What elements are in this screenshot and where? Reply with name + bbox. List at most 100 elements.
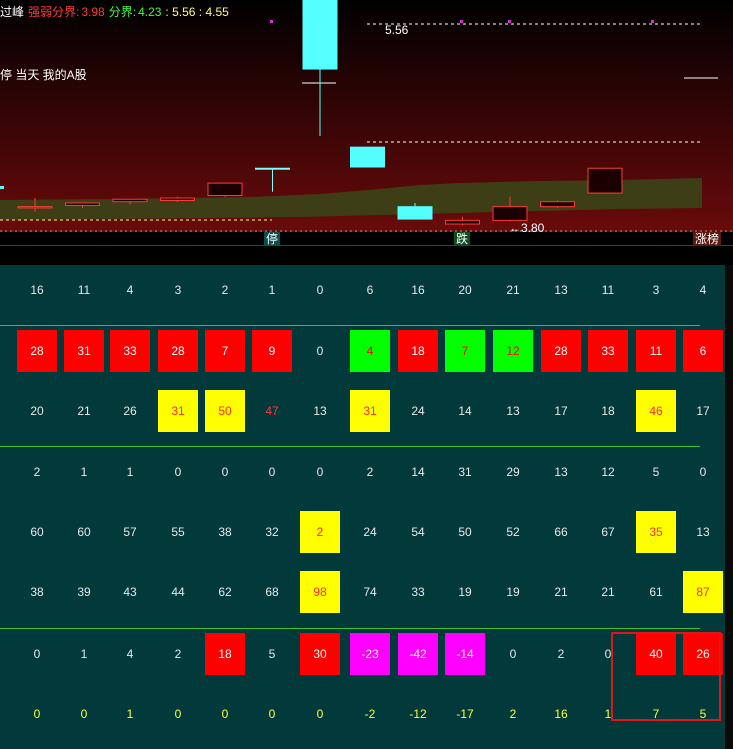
candle-body[interactable] <box>445 219 480 225</box>
table-cell: 28 <box>541 330 581 372</box>
candle-body[interactable] <box>350 146 385 168</box>
table-cell: 17 <box>696 404 710 418</box>
table-cell: 2 <box>509 707 517 721</box>
table-cell: 0 <box>316 465 324 479</box>
table-cell: -17 <box>456 707 474 721</box>
table-cell: 29 <box>506 465 520 479</box>
table-cell: 0 <box>221 707 229 721</box>
table-cell: 16 <box>554 707 568 721</box>
table-cell: 47 <box>265 404 279 418</box>
table-cell: -12 <box>409 707 427 721</box>
candle-body[interactable] <box>255 167 290 170</box>
candle-body[interactable] <box>160 197 195 201</box>
table-cell: 0 <box>316 344 324 358</box>
table-cell: 4 <box>126 647 134 661</box>
table-cell: 11 <box>601 283 615 297</box>
table-cell: 38 <box>30 585 44 599</box>
table-cell: 13 <box>696 525 710 539</box>
table-cell: 4 <box>699 283 707 297</box>
table-cell: 7 <box>445 330 485 372</box>
table-cell: 52 <box>506 525 520 539</box>
table-cell: 9 <box>252 330 292 372</box>
boundary-label: 分界: <box>108 5 137 19</box>
table-cell: 0 <box>221 465 229 479</box>
table-cell: 28 <box>158 330 198 372</box>
table-cell: 68 <box>265 585 279 599</box>
indicator-header: 过峰 强弱分界: 3.98 分界: 4.23: 5.56 : 4.55 <box>0 3 233 20</box>
row-divider <box>0 325 700 326</box>
table-cell: -2 <box>364 707 376 721</box>
table-cell: 62 <box>218 585 232 599</box>
marker-rise-list[interactable]: 涨榜 <box>693 232 722 246</box>
strong-value: 3.98 <box>81 5 105 19</box>
table-cell: 39 <box>77 585 91 599</box>
table-cell: -23 <box>350 633 390 675</box>
vertical-scrollbar[interactable] <box>725 265 733 749</box>
extra-values: : 5.56 : 4.55 <box>165 5 229 19</box>
table-cell: 1 <box>268 283 276 297</box>
table-cell: 2 <box>557 647 565 661</box>
top-dot <box>460 20 463 23</box>
table-cell: 66 <box>554 525 568 539</box>
candle-body[interactable] <box>492 206 528 221</box>
table-cell: 20 <box>30 404 44 418</box>
table-cell: 0 <box>268 465 276 479</box>
table-cell: 28 <box>17 330 57 372</box>
table-cell: 26 <box>123 404 137 418</box>
table-cell: -14 <box>445 633 485 675</box>
table-cell: 21 <box>506 283 520 297</box>
boundary-value: 4.23 <box>138 5 162 19</box>
table-cell: 13 <box>313 404 327 418</box>
table-cell: 5 <box>268 647 276 661</box>
candle-body[interactable] <box>65 202 100 206</box>
table-cell: 12 <box>601 465 615 479</box>
marker-fall[interactable]: 跌 <box>454 232 471 246</box>
table-cell: 2 <box>300 511 340 553</box>
top-dot <box>270 20 273 23</box>
table-cell: 30 <box>300 633 340 675</box>
table-cell: 4 <box>126 283 134 297</box>
table-cell: 87 <box>683 571 723 613</box>
candle-body[interactable] <box>587 167 623 194</box>
table-cell: 6 <box>366 283 374 297</box>
table-cell: 4 <box>350 330 390 372</box>
table-cell: 13 <box>506 404 520 418</box>
candlestick-chart[interactable]: 过峰 强弱分界: 3.98 分界: 4.23: 5.56 : 4.55 停 当天 我的A… <box>0 0 733 246</box>
table-cell: 3 <box>652 283 660 297</box>
candle-body[interactable] <box>17 206 53 209</box>
table-cell: 32 <box>265 525 279 539</box>
table-cell: 7 <box>205 330 245 372</box>
table-cell: 1 <box>126 707 134 721</box>
table-cell: 31 <box>158 390 198 432</box>
candle-body[interactable] <box>207 182 243 197</box>
table-cell: 50 <box>458 525 472 539</box>
table-cell: 13 <box>554 465 568 479</box>
table-cell: 1 <box>126 465 134 479</box>
table-cell: 60 <box>30 525 44 539</box>
table-cell: 2 <box>174 647 182 661</box>
table-cell: 11 <box>636 330 676 372</box>
table-cell: 0 <box>509 647 517 661</box>
marker-halt[interactable]: 停 <box>264 232 281 246</box>
table-cell: 19 <box>458 585 472 599</box>
table-cell: 33 <box>411 585 425 599</box>
table-cell: 24 <box>363 525 377 539</box>
table-cell: 0 <box>699 465 707 479</box>
row-divider <box>0 628 700 629</box>
candle-body[interactable] <box>112 198 148 203</box>
table-cell: 0 <box>316 283 324 297</box>
table-cell: 6 <box>683 330 723 372</box>
candle-body[interactable] <box>302 0 338 70</box>
high-annotation: 5.56 <box>385 23 409 37</box>
row-divider <box>0 446 700 447</box>
candle-body[interactable] <box>540 201 575 208</box>
table-cell: 0 <box>80 707 88 721</box>
table-cell: 18 <box>205 633 245 675</box>
table-cell: 60 <box>77 525 91 539</box>
table-cell: 20 <box>458 283 472 297</box>
candle-body[interactable] <box>397 206 433 220</box>
table-cell: 14 <box>411 465 425 479</box>
table-cell: 0 <box>33 707 41 721</box>
table-cell: 16 <box>411 283 425 297</box>
chart-sub-label: 停 当天 我的A股 <box>0 68 87 82</box>
